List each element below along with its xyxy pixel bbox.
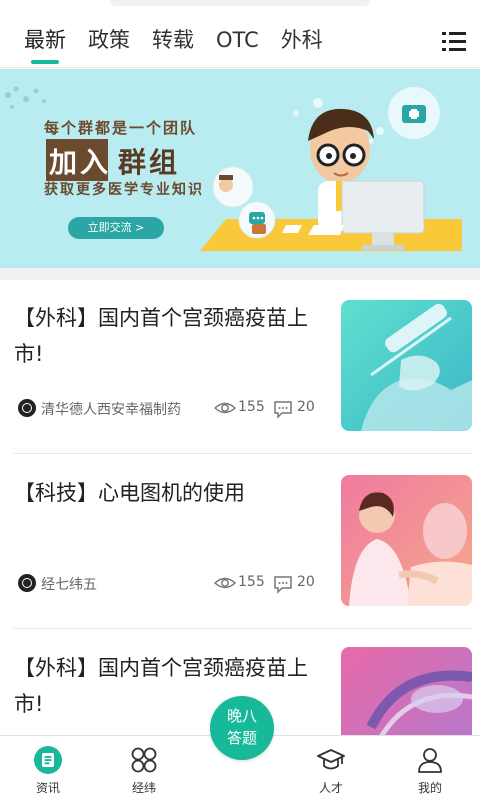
graduation-cap-icon [317,749,345,770]
view-count-value: 155 [238,399,265,415]
view-count-value: 155 [238,574,265,590]
comment-count-value: 20 [297,399,315,415]
news-thumbnail [341,300,472,431]
tab-reprint[interactable]: 转载 [152,26,194,54]
category-tabs: 最新 政策 转载 OTC 外科 [24,26,345,64]
news-source: 清华德人西安幸福制药 [41,402,181,418]
fab-line-1: 晚八 [226,707,257,725]
news-title: 【科技】心电图机的使用 [14,481,245,505]
tab-label: 最新 [24,28,66,52]
comment-icon [274,576,292,594]
nav-label: 人才 [318,781,343,795]
source-logo-icon [18,399,36,417]
grid-icon [131,747,157,773]
news-meta: 清华德人西安幸福制药 155 20 [18,397,318,419]
nav-profile[interactable]: 我的 [382,736,478,800]
comment-icon [274,401,292,419]
fab-line-2: 答题 [226,729,257,747]
eye-icon [214,402,236,414]
tab-otc[interactable]: OTC [216,26,259,54]
tab-label: 外科 [280,28,323,52]
tab-latest[interactable]: 最新 [24,26,66,64]
list-menu-icon[interactable] [442,30,466,52]
nav-label: 我的 [417,781,442,795]
banner-subtitle: 获取更多医学专业知识 [44,182,204,198]
banner-slogan: 每个群都是一个团队 [44,119,198,137]
news-meta: 经七纬五 155 20 [18,572,318,594]
news-title: 【外科】国内首个宫颈癌疫苗上市! [14,656,308,716]
status-handle [110,0,370,6]
news-list-item[interactable]: 【科技】心电图机的使用 经七纬五 155 20 [14,459,472,629]
news-title: 【外科】国内首个宫颈癌疫苗上市! [14,306,308,366]
app-screen: 最新 政策 转载 OTC 外科 每个群都是一个团队 加入 群组 获取更多医学专业… [0,0,480,800]
news-icon [34,746,62,774]
top-tab-bar: 最新 政策 转载 OTC 外科 [0,0,480,68]
nav-label: 经纬 [131,781,156,795]
news-thumbnail [341,475,472,606]
nav-jingwei[interactable]: 经纬 [96,736,192,800]
nav-label: 资讯 [35,781,60,795]
syringe-vaccine-image [341,300,472,431]
news-source: 经七纬五 [41,577,97,593]
source-logo-icon [18,574,36,592]
user-icon [418,748,442,773]
banner-join-rest: 群组 [118,146,181,179]
eye-icon [214,577,236,589]
nav-news[interactable]: 资讯 [0,736,96,800]
banner-cta-button[interactable]: 立即交流 > [68,217,164,239]
banner-join-title: 加入 群组 [46,139,202,181]
tab-label: 政策 [88,28,130,52]
tab-label: 转载 [152,28,194,52]
evening-quiz-button[interactable]: 晚八 答题 [210,696,274,760]
nav-talent[interactable]: 人才 [283,736,379,800]
banner-join-highlight: 加入 [49,146,112,179]
nurse-patient-image [341,475,472,606]
tab-label: OTC [216,28,259,52]
join-group-banner[interactable]: 每个群都是一个团队 加入 群组 获取更多医学专业知识 立即交流 > [0,69,480,268]
tab-policy[interactable]: 政策 [88,26,130,54]
comment-count-value: 20 [297,574,315,590]
active-tab-indicator [31,60,59,64]
news-list-item[interactable]: 【外科】国内首个宫颈癌疫苗上市! 清华德人西安幸福制药 155 20 [14,284,472,454]
tab-surgery[interactable]: 外科 [281,26,323,54]
section-divider [0,268,480,280]
